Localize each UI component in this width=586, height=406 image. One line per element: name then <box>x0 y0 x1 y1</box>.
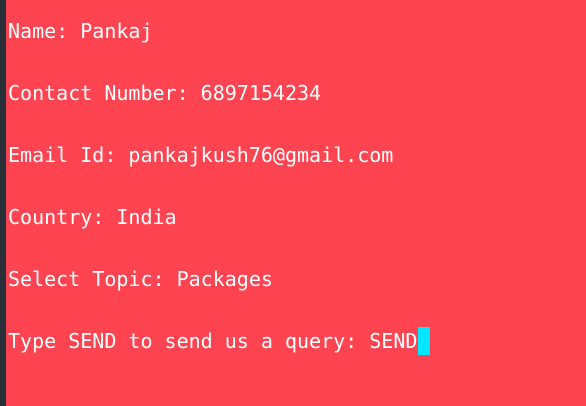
email-value: pankajkush76@gmail.com <box>128 143 394 167</box>
topic-label: Select Topic: <box>8 267 177 291</box>
send-query-input[interactable]: SEND <box>369 329 417 353</box>
country-value: India <box>116 205 177 229</box>
window-edge <box>0 0 6 406</box>
topic-line: Select Topic: Packages <box>8 265 273 293</box>
name-line: Name: Pankaj <box>8 17 153 45</box>
contact-number-label: Contact Number: <box>8 81 201 105</box>
contact-number-line: Contact Number: 6897154234 <box>8 79 321 107</box>
topic-value: Packages <box>176 267 273 291</box>
text-cursor <box>418 327 431 355</box>
country-label: Country: <box>8 205 117 229</box>
contact-number-value: 6897154234 <box>200 81 322 105</box>
country-line: Country: India <box>8 203 177 231</box>
send-query-prompt[interactable]: Type SEND to send us a query: SEND <box>8 327 431 355</box>
name-value: Pankaj <box>80 19 153 43</box>
email-label: Email Id: <box>8 143 129 167</box>
send-query-label: Type SEND to send us a query: <box>8 329 370 353</box>
name-label: Name: <box>8 19 81 43</box>
terminal-output: Name: Pankaj Contact Number: 6897154234 … <box>8 0 586 406</box>
email-line: Email Id: pankajkush76@gmail.com <box>8 141 393 169</box>
